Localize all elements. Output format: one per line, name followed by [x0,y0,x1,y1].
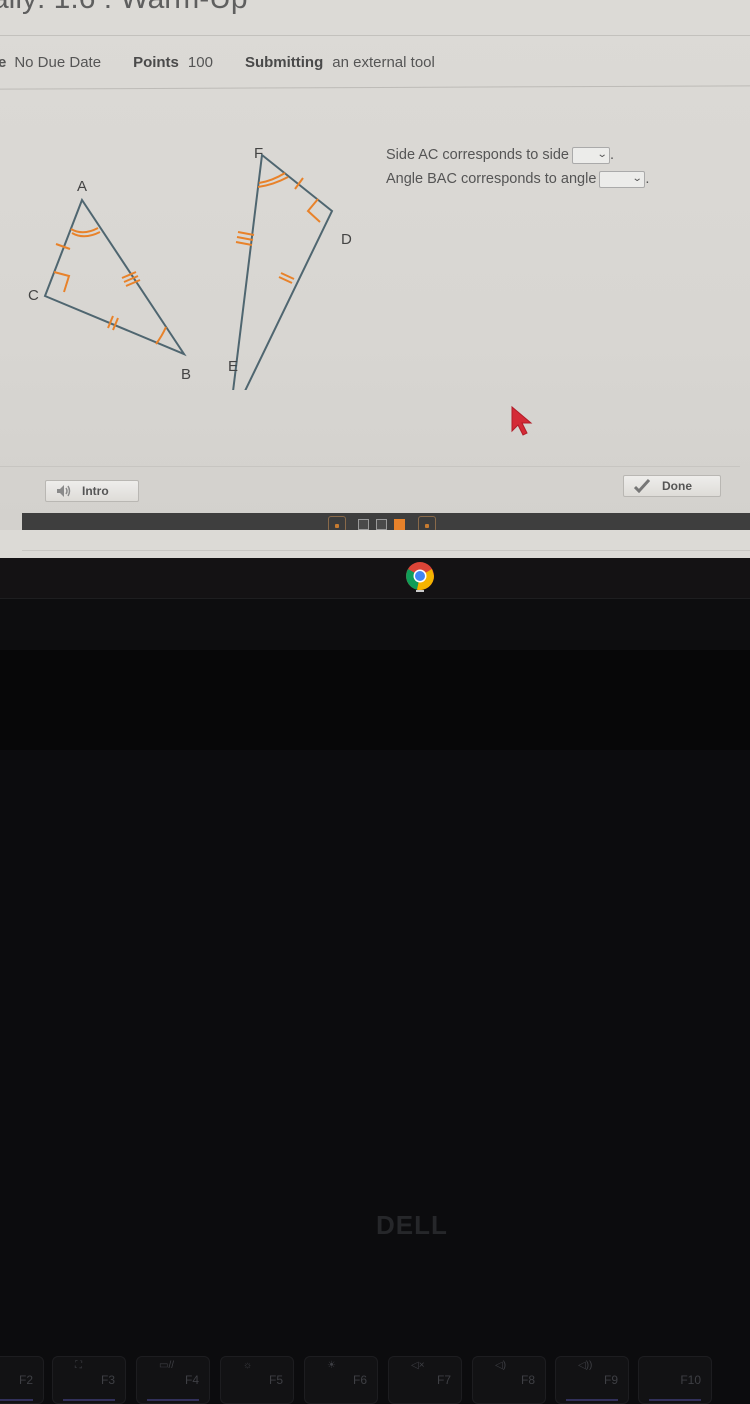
key-f8: ◁) F8 [472,1356,546,1404]
key-f3: ⛶ F3 [52,1356,126,1404]
browser-screen: ally: 1.6 : Warm-Up e No Due Date Points… [0,0,750,558]
divider [0,466,740,467]
chevron-down-icon: ⌄ [596,149,608,160]
tick-fe [236,236,254,241]
triangle-def: F D E [228,145,352,390]
due-value: No Due Date [14,53,102,71]
question-text: Angle BAC corresponds to angle [386,171,597,187]
arrow-right-icon [425,524,429,528]
right-angle-c-marker [53,271,71,293]
divider [0,85,750,90]
vertex-label-d: D [341,231,352,248]
checkmark-icon [634,479,650,493]
page-title: ally: 1.6 : Warm-Up [0,0,248,16]
activity-frame: A C B F D E Side AC corresponds to side … [0,90,740,530]
done-label: Done [662,479,692,493]
intro-label: Intro [82,484,109,498]
angle-a-marker [70,227,99,234]
chrome-icon[interactable] [404,560,436,592]
key-f9: ◁)) F9 [555,1356,629,1404]
triangles-figure: A C B F D E [28,145,352,390]
intro-button[interactable]: Intro [45,480,139,502]
key-f4: ▭//F4 [136,1356,210,1404]
triangle-def-outline [232,153,334,390]
vertex-label-b: B [181,366,191,383]
keyboard: F2 ⛶ F3 ▭//F4 ☼ F5 ☀ F6 ◁× F7 ◁) F8 ◁)) F9 F10 [0,650,750,1404]
laptop-bezel: DELL [0,598,750,1240]
arrow-left-icon [335,524,339,528]
triangle-abc: A C B [28,178,191,383]
due-label: e [0,53,7,71]
app-running-indicator [416,590,424,592]
submitting-label: Submitting [244,53,324,71]
points-label: Points [133,53,179,71]
page-indicator-2[interactable] [376,519,387,530]
angle-f-marker [258,172,286,184]
question-panel: Side AC corresponds to side ⌄ . Angle BA… [386,143,649,191]
key-f2: F2 [0,1356,44,1404]
key-f10: F10 [638,1356,712,1404]
points-value: 100 [187,53,213,71]
question-text: Side AC corresponds to side [386,147,569,163]
mouse-cursor-icon [511,405,533,436]
tick-fe [235,241,253,246]
vertex-label-e: E [228,358,238,375]
angle-b-marker [155,326,167,345]
side-answer-dropdown[interactable]: ⌄ [571,146,610,164]
speaker-icon [57,485,71,497]
taskbar [0,558,750,598]
assignment-meta: e No Due Date Points 100 Submitting an e… [0,52,467,72]
chevron-down-icon: ⌄ [631,173,643,184]
submitting-value: an external tool [332,53,435,71]
key-f7: ◁× F7 [388,1356,462,1404]
divider [0,35,750,36]
question-row: Angle BAC corresponds to angle ⌄ . [386,167,649,191]
key-f6: ☀ F6 [304,1356,378,1404]
angle-answer-dropdown[interactable]: ⌄ [599,170,646,188]
page-bottom [0,530,750,558]
page-navigation-bar [22,513,750,532]
vertex-label-c: C [28,287,39,304]
key-f5: ☼ F5 [220,1356,294,1404]
divider [22,550,750,551]
page-indicator-3[interactable] [394,519,405,530]
dell-logo: DELL [376,1210,448,1240]
question-suffix: . [609,147,614,163]
question-row: Side AC corresponds to side ⌄ . [386,143,649,167]
right-angle-d-marker [306,198,321,223]
page-indicator-1[interactable] [358,519,369,530]
question-suffix: . [645,171,650,187]
vertex-label-a: A [77,178,87,195]
vertex-label-f: F [254,145,263,162]
done-button[interactable]: Done [623,475,721,497]
